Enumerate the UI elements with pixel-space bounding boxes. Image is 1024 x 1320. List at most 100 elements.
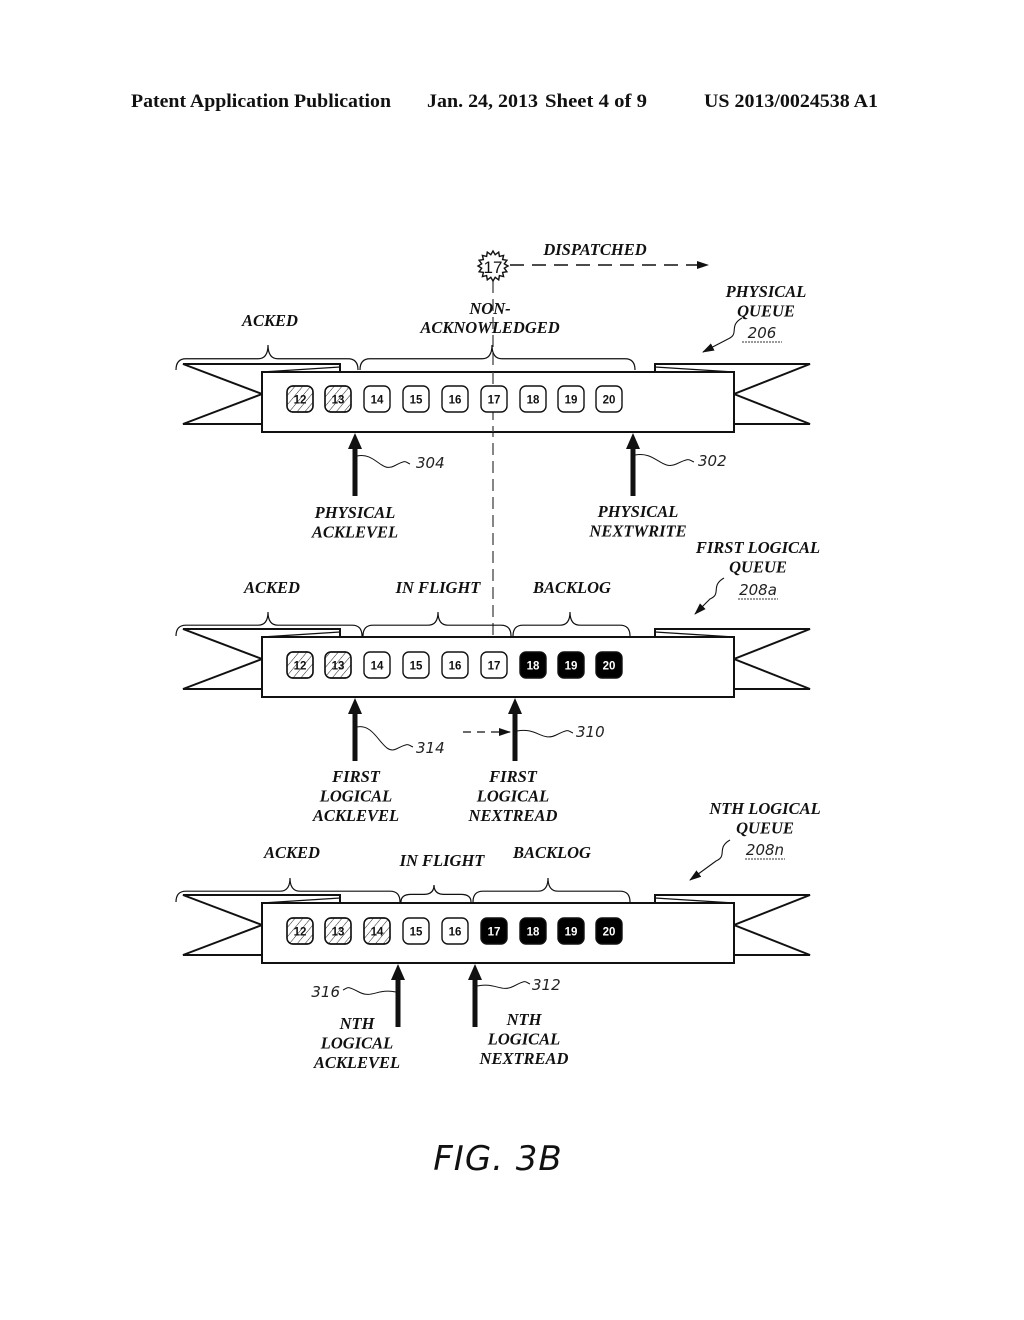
pointer-label: LOGICAL <box>487 1030 560 1049</box>
pointer-label: ACKLEVEL <box>312 806 399 825</box>
queue-cell-18: 18 <box>519 917 547 945</box>
segment-1: IN FLIGHT <box>399 851 486 903</box>
segment-0: ACKED <box>175 578 363 637</box>
pointer-label: NTH <box>339 1014 376 1033</box>
queue-cell-14: 14 <box>363 385 391 413</box>
cell-number: 20 <box>603 661 616 673</box>
queue-leader-arrow <box>694 577 725 615</box>
cell-number: 15 <box>410 927 423 939</box>
pointer-arrow-shaft <box>472 977 478 1027</box>
segment-label: ACKNOWLEDGED <box>419 318 559 337</box>
cell-number: 13 <box>332 395 345 407</box>
pointer-label: LOGICAL <box>476 787 549 806</box>
queue-reference: 208a <box>739 581 777 599</box>
segment-label: ACKED <box>241 311 298 330</box>
pointer-label: NTH <box>506 1010 543 1029</box>
queue-cell-15: 15 <box>402 651 430 679</box>
leader-line <box>342 987 397 995</box>
cell-number: 17 <box>488 395 501 407</box>
reference-number: 314 <box>416 739 445 757</box>
reference-number: 312 <box>532 976 561 994</box>
queue-cell-17: 17 <box>480 385 508 413</box>
patent-figure: Patent Application Publication Jan. 24, … <box>131 91 878 1179</box>
leader-line <box>356 455 411 468</box>
cell-number: 17 <box>488 927 501 939</box>
pointer-arrow-head <box>626 433 640 449</box>
queue-cell-20: 20 <box>595 651 623 679</box>
segment-0: ACKED <box>175 843 401 903</box>
queue-title: FIRST LOGICALQUEUE 208a <box>694 538 820 615</box>
queue-1: 12 13 14 15 16 17 18 19 20 ACKED IN FLIGHT BACKLOG 3… <box>175 538 820 825</box>
pointer-arrow-shaft <box>395 977 401 1027</box>
pointer-label: NEXTREAD <box>479 1049 569 1068</box>
pointer-0: 304 PHYSICALACKLEVEL <box>311 433 445 542</box>
pointer-1: 312 NTHLOGICALNEXTREAD <box>468 964 569 1068</box>
cell-number: 16 <box>449 661 462 673</box>
cell-number: 18 <box>527 927 540 939</box>
leader-line <box>476 981 531 989</box>
pointer-1: 310 FIRSTLOGICALNEXTREAD <box>468 698 605 825</box>
cell-number: 12 <box>294 395 307 407</box>
queue-title-line: NTH LOGICAL <box>708 799 820 818</box>
queue-cell-14: 14 <box>363 917 391 945</box>
segment-label: IN FLIGHT <box>395 578 482 597</box>
queue-leader-arrow <box>702 317 743 353</box>
header-sheet: Sheet 4 of 9 <box>545 91 647 112</box>
queue-cell-17: 17 <box>480 651 508 679</box>
header-number: US 2013/0024538 A1 <box>704 91 878 112</box>
pointer-arrow-shaft <box>630 446 636 496</box>
segment-0: ACKED <box>175 311 359 371</box>
cell-number: 15 <box>410 395 423 407</box>
leader-line <box>634 454 695 466</box>
pointer-label: NEXTWRITE <box>588 522 686 541</box>
queue-title-line: QUEUE <box>736 819 794 838</box>
queue-title-line: PHYSICAL <box>725 282 807 301</box>
reference-number: 304 <box>416 454 445 472</box>
cell-number: 13 <box>332 661 345 673</box>
queue-title: PHYSICALQUEUE 206 <box>702 282 807 353</box>
queue-cell-13: 13 <box>324 917 352 945</box>
pointer-label: LOGICAL <box>320 1034 393 1053</box>
queue-cell-20: 20 <box>595 385 623 413</box>
cell-number: 15 <box>410 661 423 673</box>
pointer-label: PHYSICAL <box>597 502 679 521</box>
dispatched-label: DISPATCHED <box>542 240 646 259</box>
pointer-label: PHYSICAL <box>314 503 396 522</box>
pointer-label: NEXTREAD <box>468 806 558 825</box>
pointer-label: FIRST <box>331 767 381 786</box>
queue-2: 12 13 14 15 16 17 18 19 20 ACKED IN FLIGHT BACKLOG 3… <box>175 799 821 1072</box>
queue-cell-12: 12 <box>286 651 314 679</box>
cell-number: 14 <box>371 927 384 939</box>
cell-number: 12 <box>294 927 307 939</box>
queue-cell-15: 15 <box>402 385 430 413</box>
queue-leader-arrow <box>689 839 731 881</box>
pointer-1: 302 PHYSICALNEXTWRITE <box>588 433 727 541</box>
pointer-arrow-shaft <box>352 711 358 761</box>
queue-title-line: QUEUE <box>729 558 787 577</box>
cell-number: 12 <box>294 661 307 673</box>
segment-1: NON-ACKNOWLEDGED <box>359 299 636 371</box>
segment-brace <box>512 611 631 637</box>
pointer-label: FIRST <box>488 767 538 786</box>
segment-label: IN FLIGHT <box>399 851 486 870</box>
pointer-arrow-head <box>391 964 405 980</box>
pointer-label: ACKLEVEL <box>311 523 398 542</box>
queue-title-line: QUEUE <box>737 302 795 321</box>
segment-2: BACKLOG <box>472 843 631 903</box>
pointer-arrow-head <box>348 698 362 714</box>
dispatched-item-number: 17 <box>484 258 503 277</box>
queue-cell-16: 16 <box>441 651 469 679</box>
segment-brace <box>362 611 512 637</box>
pointer-arrow-head <box>508 698 522 714</box>
cell-number: 20 <box>603 395 616 407</box>
cell-number: 16 <box>449 927 462 939</box>
queue-cell-19: 19 <box>557 651 585 679</box>
pointer-arrow-shaft <box>512 711 518 761</box>
queue-cell-19: 19 <box>557 385 585 413</box>
pointer-arrow-head <box>468 964 482 980</box>
queue-cell-12: 12 <box>286 385 314 413</box>
leader-line <box>356 726 414 751</box>
leader-line <box>516 729 574 738</box>
segment-2: BACKLOG <box>512 578 631 637</box>
cell-number: 13 <box>332 927 345 939</box>
